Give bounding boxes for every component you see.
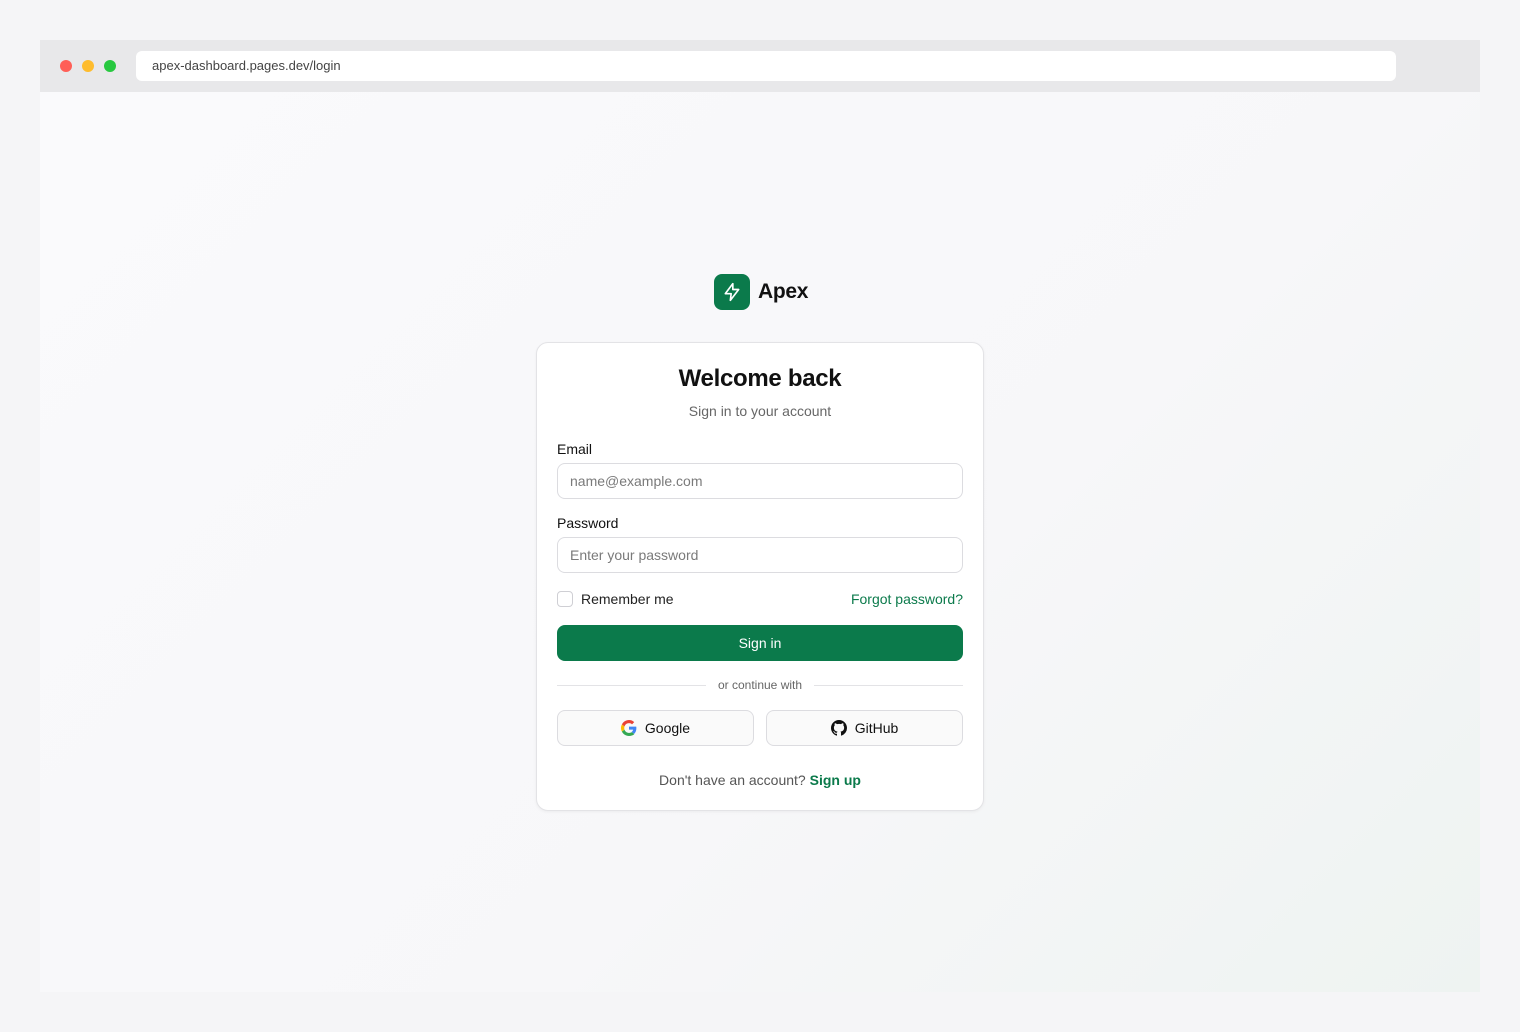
login-card: Welcome back Sign in to your account Ema… [536, 342, 984, 811]
google-sign-in-button[interactable]: Google [557, 710, 754, 746]
divider: or continue with [557, 677, 964, 693]
page-subtitle: Sign in to your account [688, 403, 832, 419]
divider-line-left [557, 684, 706, 686]
forgot-password-link[interactable]: Forgot password? [851, 591, 963, 607]
window-close-button[interactable] [60, 60, 72, 72]
signup-prompt-text: Don't have an account? [659, 772, 806, 788]
brand-name: Apex [758, 280, 809, 303]
signup-prompt: Don't have an account? Sign up [537, 772, 983, 788]
brand-header: Apex [714, 274, 808, 310]
github-sign-in-button[interactable]: GitHub [766, 710, 963, 746]
lightning-bolt-icon [714, 274, 750, 310]
browser-chrome: apex-dashboard.pages.dev/login [40, 40, 1480, 92]
email-label: Email [557, 441, 593, 457]
password-label: Password [557, 515, 619, 531]
window-maximize-button[interactable] [104, 60, 116, 72]
remember-me-checkbox[interactable] [557, 591, 573, 607]
remember-me-label[interactable]: Remember me [581, 591, 674, 607]
address-bar[interactable]: apex-dashboard.pages.dev/login [136, 51, 1396, 81]
github-icon [830, 720, 847, 736]
divider-text: or continue with [717, 678, 803, 692]
window-minimize-button[interactable] [82, 60, 94, 72]
password-field[interactable] [557, 537, 963, 573]
google-button-label: Google [644, 720, 691, 736]
divider-line-right [814, 684, 964, 686]
sign-up-link[interactable]: Sign up [810, 772, 861, 788]
page-viewport: Apex Welcome back Sign in to your accoun… [40, 92, 1480, 992]
remember-me-row: Remember me [557, 591, 674, 607]
page-title: Welcome back [678, 365, 842, 392]
sign-in-button[interactable]: Sign in [557, 625, 963, 661]
google-icon [620, 720, 637, 736]
github-button-label: GitHub [854, 720, 899, 736]
email-field[interactable] [557, 463, 963, 499]
browser-window: apex-dashboard.pages.dev/login Apex Welc… [40, 40, 1480, 992]
